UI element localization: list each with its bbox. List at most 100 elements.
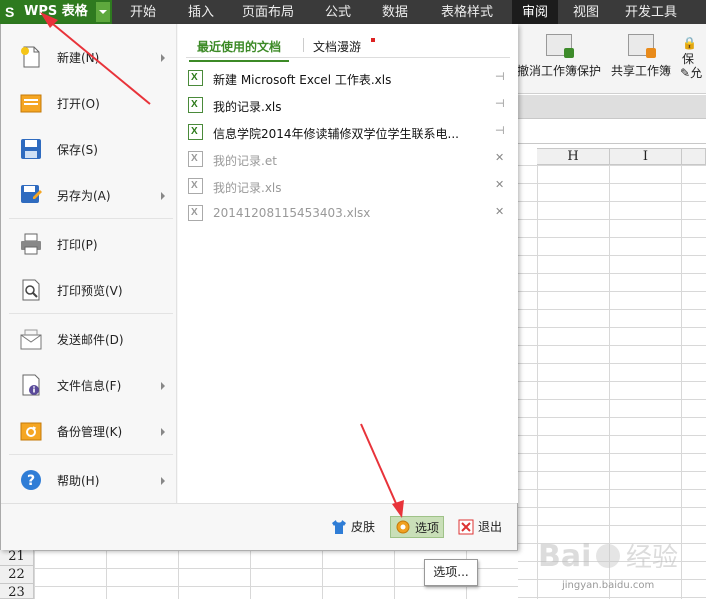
submenu-arrow-icon	[161, 382, 165, 390]
svg-text:Bai: Bai	[538, 539, 591, 574]
remove-icon[interactable]: ✕	[495, 178, 504, 191]
gear-icon	[396, 520, 410, 534]
skin-button[interactable]: 皮肤	[331, 516, 379, 538]
mail-icon	[20, 329, 42, 350]
share-workbook-label: 共享工作簿	[610, 64, 671, 78]
menu-separator	[9, 218, 173, 219]
menu-item-save-as-label: 另存为(A)	[57, 189, 111, 203]
tab-formulas[interactable]: 公式	[308, 0, 368, 24]
remove-icon[interactable]: ✕	[495, 151, 504, 164]
allow-edit-small-label: 允	[690, 66, 703, 80]
svg-text:?: ?	[27, 473, 35, 489]
save-disk-icon	[21, 139, 41, 159]
app-title: WPS 表格	[24, 4, 88, 19]
menu-item-backup[interactable]: 备份管理(K)	[1, 409, 177, 453]
chevron-down-icon[interactable]	[96, 2, 110, 22]
tab-insert[interactable]: 插入	[174, 0, 228, 24]
wps-logo-icon: S	[5, 4, 15, 20]
skin-button-label: 皮肤	[351, 520, 376, 534]
excel-file-icon	[188, 205, 203, 221]
submenu-arrow-icon	[161, 192, 165, 200]
recent-doc-name: 20141208115453403.xlsx	[213, 206, 371, 220]
pin-icon[interactable]: ⊣	[495, 124, 505, 137]
recent-doc-item[interactable]: 信息学院2014年修读辅修双学位学生联系电... ⊣	[188, 119, 510, 146]
exit-button[interactable]: 退出	[458, 516, 508, 538]
menu-item-new[interactable]: 新建(N)	[1, 35, 177, 79]
tshirt-icon	[332, 520, 346, 534]
menu-item-send-mail[interactable]: 发送邮件(D)	[1, 317, 177, 361]
recent-doc-item[interactable]: 我的记录.xls ✕	[188, 173, 510, 200]
recent-doc-name: 我的记录.xls	[213, 100, 282, 114]
menu-item-open[interactable]: 打开(O)	[1, 81, 177, 125]
menu-item-save[interactable]: 保存(S)	[1, 127, 177, 171]
backup-icon	[20, 422, 42, 441]
tab-page-layout[interactable]: 页面布局	[228, 0, 308, 24]
row-header-23[interactable]: 23	[0, 584, 34, 599]
tab-review[interactable]: 审阅	[512, 0, 558, 24]
ribbon-review-panel: 撤消工作簿保护 共享工作簿 🔒保 ✎允	[516, 24, 706, 94]
notification-dot-icon	[371, 38, 375, 42]
tab-doc-roaming[interactable]: 文档漫游	[313, 38, 361, 55]
column-header-j[interactable]	[682, 148, 706, 165]
tab-recent-docs[interactable]: 最近使用的文档	[188, 38, 290, 62]
open-folder-icon	[20, 94, 42, 113]
menu-item-file-info-label: 文件信息(F)	[57, 379, 122, 393]
sheet-toolbar	[518, 95, 706, 119]
pin-icon[interactable]: ⊣	[495, 97, 505, 110]
save-as-icon	[21, 185, 42, 203]
menu-item-help[interactable]: ? 帮助(H)	[1, 458, 177, 502]
app-menu-button[interactable]: S WPS 表格	[0, 0, 112, 24]
submenu-arrow-icon	[161, 477, 165, 485]
menu-item-save-label: 保存(S)	[57, 143, 98, 157]
column-header-h[interactable]: H	[537, 148, 610, 165]
undo-workbook-protect-label: 撤消工作簿保护	[516, 64, 601, 78]
menu-item-print-preview-label: 打印预览(V)	[57, 284, 123, 298]
tab-developer[interactable]: 开发工具	[614, 0, 688, 24]
printer-icon	[21, 233, 41, 255]
tab-table-style[interactable]: 表格样式	[422, 0, 512, 24]
share-workbook-button[interactable]: 共享工作簿	[608, 34, 674, 79]
help-icon: ?	[21, 470, 41, 490]
row-header-22[interactable]: 22	[0, 566, 34, 584]
allow-edit-small-button[interactable]: ✎允	[680, 64, 702, 81]
remove-icon[interactable]: ✕	[495, 205, 504, 218]
svg-text:经验: 经验	[626, 543, 678, 573]
formula-bar[interactable]	[518, 120, 706, 144]
recent-doc-item[interactable]: 我的记录.et ✕	[188, 146, 510, 173]
file-menu-panel: 新建(N) 打开(O) 保存(S) 另存为(A) 打印(P) 打印预览(V) 发…	[0, 24, 518, 550]
tab-data[interactable]: 数据	[368, 0, 422, 24]
menu-item-save-as[interactable]: 另存为(A)	[1, 173, 177, 217]
options-button[interactable]: 选项	[390, 516, 444, 538]
column-header-i[interactable]: I	[610, 148, 682, 165]
recent-doc-name: 信息学院2014年修读辅修双学位学生联系电...	[213, 127, 459, 141]
tab-home[interactable]: 开始	[112, 0, 174, 24]
menu-item-new-label: 新建(N)	[57, 51, 100, 65]
menu-item-backup-label: 备份管理(K)	[57, 425, 123, 439]
options-button-label: 选项	[415, 521, 440, 535]
menu-item-print[interactable]: 打印(P)	[1, 222, 177, 266]
close-icon	[458, 519, 474, 535]
recent-doc-name: 我的记录.et	[213, 154, 277, 168]
watermark-url: jingyan.baidu.com	[562, 580, 655, 591]
pin-icon[interactable]: ⊣	[495, 70, 505, 83]
excel-file-icon	[188, 124, 203, 140]
recent-doc-item[interactable]: 20141208115453403.xlsx ✕	[188, 200, 510, 227]
menu-item-file-info[interactable]: 文件信息(F)	[1, 363, 177, 407]
menu-item-print-preview[interactable]: 打印预览(V)	[1, 268, 177, 312]
row-header-21[interactable]: 21	[0, 548, 34, 566]
excel-file-icon	[188, 70, 203, 86]
submenu-arrow-icon	[161, 428, 165, 436]
print-preview-icon	[22, 279, 40, 301]
recent-docs-panel: 最近使用的文档 文档漫游 新建 Microsoft Excel 工作表.xls …	[178, 24, 518, 503]
protect-small-button[interactable]: 🔒保	[682, 36, 706, 67]
excel-file-icon	[188, 178, 203, 194]
recent-doc-name: 我的记录.xls	[213, 181, 282, 195]
menu-separator	[9, 313, 173, 314]
undo-workbook-protect-button[interactable]: 撤消工作簿保护	[516, 34, 602, 79]
tab-view[interactable]: 视图	[558, 0, 614, 24]
menu-item-send-mail-label: 发送邮件(D)	[57, 333, 124, 347]
recent-doc-item[interactable]: 我的记录.xls ⊣	[188, 92, 510, 119]
excel-file-icon	[188, 97, 203, 113]
file-info-icon	[22, 374, 40, 396]
recent-doc-item[interactable]: 新建 Microsoft Excel 工作表.xls ⊣	[188, 65, 510, 92]
